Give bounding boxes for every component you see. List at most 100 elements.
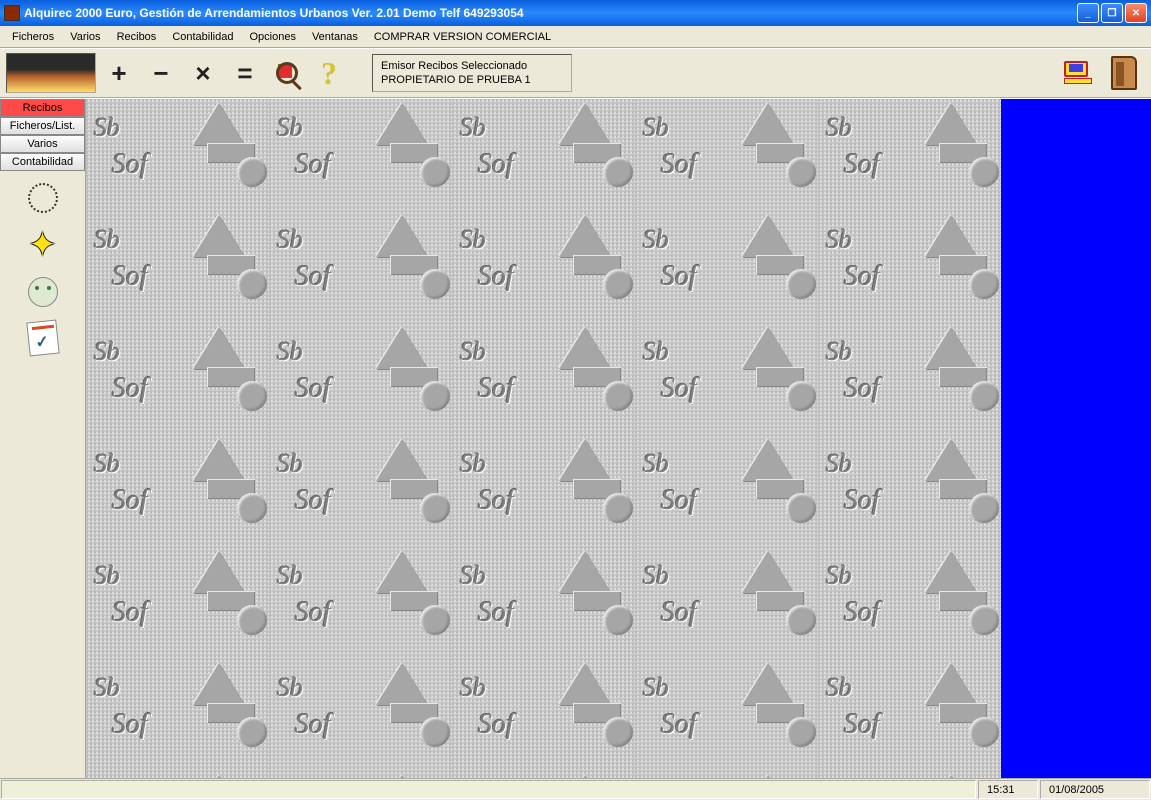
help-button[interactable]: ? [310,54,348,92]
watermark-line2: Sof [112,709,148,741]
watermark-line1: Sb [94,225,120,255]
menu-ficheros[interactable]: Ficheros [4,29,62,45]
watermark-line1: Sb [94,449,120,479]
equals-button[interactable]: = [226,54,264,92]
bg-tile: Sb Sof [818,323,1001,435]
watermark-line1: Sb [277,337,303,367]
watermark-line1: Sb [94,673,120,703]
multiply-button[interactable]: × [184,54,222,92]
watermark-line1: Sb [277,113,303,143]
maximize-button[interactable]: ❐ [1101,3,1123,23]
watermark-line2: Sof [844,149,880,181]
magnifier-icon [276,62,298,84]
watermark-line1: Sb [826,673,852,703]
exit-button[interactable] [1103,52,1145,94]
watermark-line2: Sof [661,261,697,293]
status-bar: 15:31 01/08/2005 [0,778,1151,800]
title-bar: Alquirec 2000 Euro, Gestión de Arrendami… [0,0,1151,26]
watermark-line2: Sof [295,261,331,293]
note-icon[interactable] [26,320,59,357]
bg-tile: SbSof [86,435,269,547]
watermark-line1: Sb [460,337,486,367]
sidebar: Recibos Ficheros/List. Varios Contabilid… [0,99,86,778]
computer-button[interactable] [1057,52,1099,94]
logo-image [6,53,96,93]
add-button[interactable]: + [100,54,138,92]
minimize-button[interactable]: _ [1077,3,1099,23]
watermark-line1: Sb [277,673,303,703]
subtract-button[interactable]: − [142,54,180,92]
bg-tile: SbSof [818,435,1001,547]
watermark-line2: Sof [661,149,697,181]
star-icon[interactable]: ✦ [25,227,61,263]
bg-tile: Sb Sof [635,211,818,323]
bg-tile: Sb Sof [86,211,269,323]
watermark-line2: Sof [112,597,148,629]
watermark-line1: Sb [460,673,486,703]
watermark-line1: Sb [460,561,486,591]
sidebar-btn-contabilidad[interactable]: Contabilidad [0,153,85,171]
menu-bar: Ficheros Varios Recibos Contabilidad Opc… [0,26,1151,48]
bg-tile: SbSof [452,659,635,771]
watermark-line2: Sof [478,261,514,293]
watermark-line2: Sof [478,149,514,181]
watermark-line2: Sof [661,485,697,517]
computer-icon [1064,61,1092,85]
bg-tile: Sb Sof [452,99,635,211]
bg-tile: SbSof [635,323,818,435]
watermark-line2: Sof [112,149,148,181]
watermark-line1: Sb [460,225,486,255]
watermark-line1: Sb [460,113,486,143]
watermark-line1: Sb [460,449,486,479]
app-icon [4,5,20,21]
bg-tile: Sb Sof [818,99,1001,211]
watermark-line2: Sof [112,373,148,405]
watermark-line2: Sof [112,261,148,293]
close-button[interactable]: ✕ [1125,3,1147,23]
watermark-line2: Sof [844,373,880,405]
bg-tile: SbSof [818,547,1001,659]
watermark-line2: Sof [478,485,514,517]
toolbar: + − × = ? Emisor Recibos Seleccionado PR… [0,48,1151,98]
menu-varios[interactable]: Varios [62,29,108,45]
window-title: Alquirec 2000 Euro, Gestión de Arrendami… [24,6,1077,20]
watermark-line1: Sb [826,113,852,143]
watermark-line1: Sb [94,561,120,591]
watermark-line1: Sb [643,449,669,479]
search-button[interactable] [268,54,306,92]
watermark-line2: Sof [844,261,880,293]
circle-icon[interactable] [28,183,58,213]
menu-opciones[interactable]: Opciones [241,29,303,45]
bg-tile: Sb Sof [818,211,1001,323]
watermark-line2: Sof [844,709,880,741]
sidebar-btn-varios[interactable]: Varios [0,135,85,153]
bg-tile: Sb Sof [86,659,269,771]
status-date: 01/08/2005 [1040,780,1150,799]
menu-ventanas[interactable]: Ventanas [304,29,366,45]
watermark-line1: Sb [277,449,303,479]
watermark-line2: Sof [295,373,331,405]
bg-tile: SbSof [269,659,452,771]
watermark-line1: Sb [643,113,669,143]
watermark-line1: Sb [826,449,852,479]
status-time: 15:31 [978,780,1038,799]
bg-tile: SbSof [269,771,452,778]
sidebar-btn-ficheros[interactable]: Ficheros/List. [0,117,85,135]
emisor-label: Emisor Recibos Seleccionado [381,59,563,73]
bg-tile: SbSof [635,771,818,778]
watermark-line1: Sb [826,561,852,591]
emisor-value: PROPIETARIO DE PRUEBA 1 [381,73,563,87]
watermark-line2: Sof [661,597,697,629]
watermark-line1: Sb [826,337,852,367]
menu-comprar[interactable]: COMPRAR VERSION COMERCIAL [366,29,559,45]
watermark-line1: Sb [643,225,669,255]
bg-tile: SbSof [452,771,635,778]
face-icon[interactable] [28,277,58,307]
watermark-line1: Sb [826,225,852,255]
menu-recibos[interactable]: Recibos [109,29,165,45]
bg-tile: Sb Sof [635,99,818,211]
bg-tile: SbSof [86,323,269,435]
watermark-line2: Sof [478,597,514,629]
menu-contabilidad[interactable]: Contabilidad [164,29,241,45]
sidebar-btn-recibos[interactable]: Recibos [0,99,85,117]
